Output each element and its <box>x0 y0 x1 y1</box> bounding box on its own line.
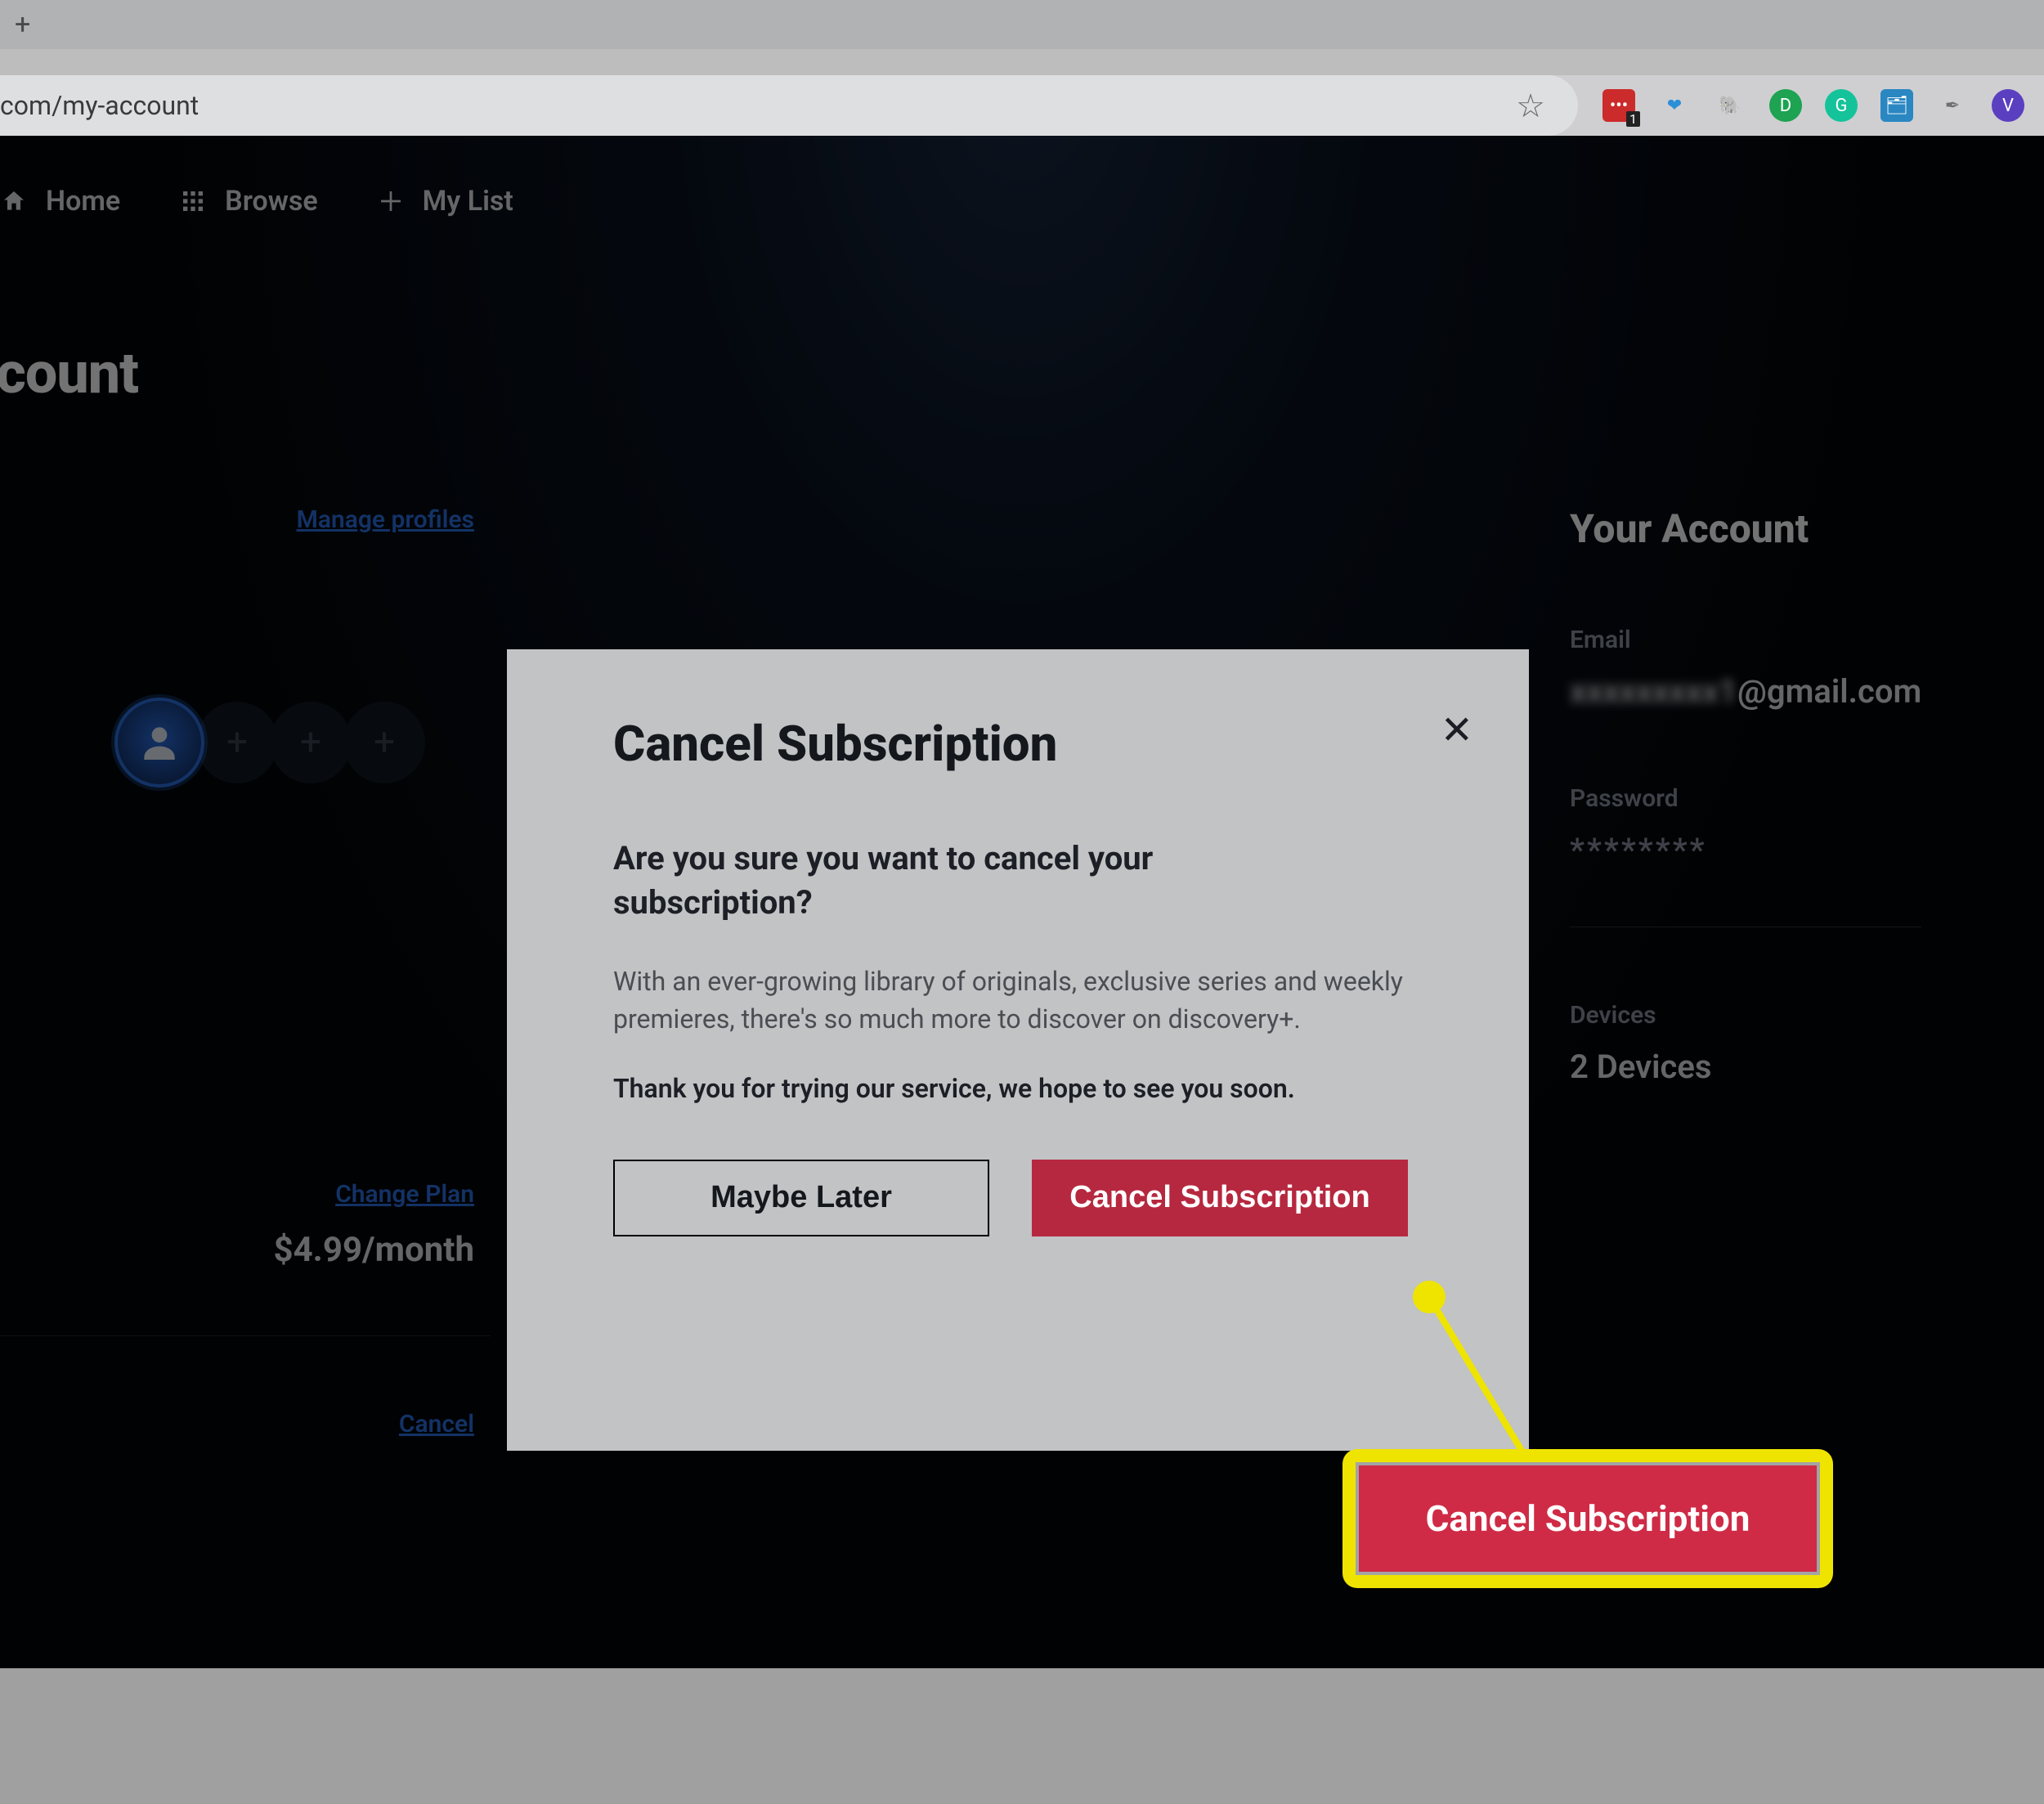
lastpass-icon[interactable]: •••1 <box>1602 89 1635 122</box>
maybe-later-button[interactable]: Maybe Later <box>613 1160 989 1236</box>
v-circle-icon[interactable]: V <box>1992 89 2024 122</box>
annotation-callout-label: Cancel Subscription <box>1426 1497 1750 1540</box>
folder-icon[interactable]: 🗂 <box>1880 89 1913 122</box>
grammarly-icon[interactable]: G <box>1825 89 1858 122</box>
close-icon[interactable]: ✕ <box>1441 707 1473 753</box>
bookmark-star-icon[interactable]: ☆ <box>1516 87 1545 125</box>
evernote-icon[interactable]: 🐘 <box>1714 89 1746 122</box>
modal-question: Are you sure you want to cancel your sub… <box>613 837 1333 925</box>
feather-icon[interactable]: ✒ <box>1936 89 1969 122</box>
blue-drop-icon[interactable]: ❤ <box>1658 89 1691 122</box>
modal-body: With an ever-growing library of original… <box>613 963 1414 1039</box>
modal-title: Cancel Subscription <box>613 715 1423 773</box>
d-circle-icon[interactable]: D <box>1769 89 1802 122</box>
url-text: com/my-account <box>0 90 199 121</box>
modal-thanks: Thank you for trying our service, we hop… <box>613 1073 1423 1104</box>
new-tab-plus-icon[interactable]: + <box>15 8 30 41</box>
cancel-subscription-modal: ✕ Cancel Subscription Are you sure you w… <box>507 649 1529 1451</box>
extension-icons-row: •••1 ❤ 🐘 DG 🗂 ✒ V <box>1578 89 2024 122</box>
browser-toolbar: com/my-account ☆ •••1 ❤ 🐘 DG 🗂 ✒ V <box>0 75 2044 136</box>
extension-badge: 1 <box>1626 111 1640 127</box>
annotation-callout-button[interactable]: Cancel Subscription <box>1356 1462 1820 1575</box>
browser-tab-strip: + <box>0 0 2044 75</box>
annotation-callout: Cancel Subscription <box>1342 1449 1833 1588</box>
address-bar[interactable]: com/my-account ☆ <box>0 75 1578 136</box>
cancel-subscription-button[interactable]: Cancel Subscription <box>1032 1160 1408 1236</box>
